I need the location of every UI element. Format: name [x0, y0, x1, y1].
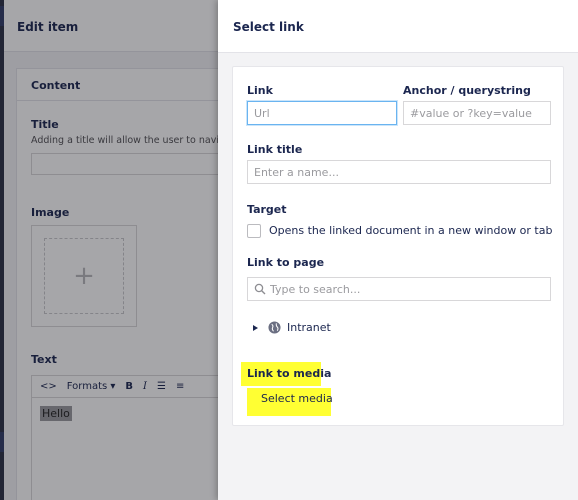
- link-title-input[interactable]: [247, 160, 551, 184]
- link-form-panel: Link Anchor / querystring Link title Tar…: [232, 66, 564, 426]
- link-label: Link: [247, 84, 273, 97]
- anchor-label: Anchor / querystring: [403, 84, 531, 97]
- search-icon: [254, 283, 266, 295]
- new-window-checkbox-label[interactable]: Opens the linked document in a new windo…: [269, 224, 552, 237]
- target-label: Target: [247, 203, 287, 216]
- dialog-title: Select link: [233, 20, 304, 34]
- dialog-header: Select link: [218, 0, 578, 53]
- tree-item-intranet[interactable]: Intranet: [253, 321, 331, 334]
- page-search-input[interactable]: [270, 278, 546, 300]
- modal-backdrop[interactable]: [0, 0, 218, 500]
- globe-icon: [268, 321, 281, 334]
- select-media-button[interactable]: Select media: [253, 387, 341, 410]
- page-search[interactable]: [247, 277, 551, 301]
- link-to-page-label: Link to page: [247, 256, 325, 269]
- edit-item-panel: Edit item Content Title Adding a title w…: [0, 0, 231, 500]
- select-link-dialog: Select link Link Anchor / querystring Li…: [218, 0, 578, 500]
- anchor-input[interactable]: [403, 101, 551, 125]
- link-to-media-label: Link to media: [247, 367, 332, 380]
- tree-item-label: Intranet: [287, 321, 331, 334]
- url-input[interactable]: [247, 101, 397, 125]
- new-window-checkbox[interactable]: [247, 224, 261, 238]
- caret-right-icon[interactable]: [253, 324, 258, 331]
- link-title-label: Link title: [247, 143, 303, 156]
